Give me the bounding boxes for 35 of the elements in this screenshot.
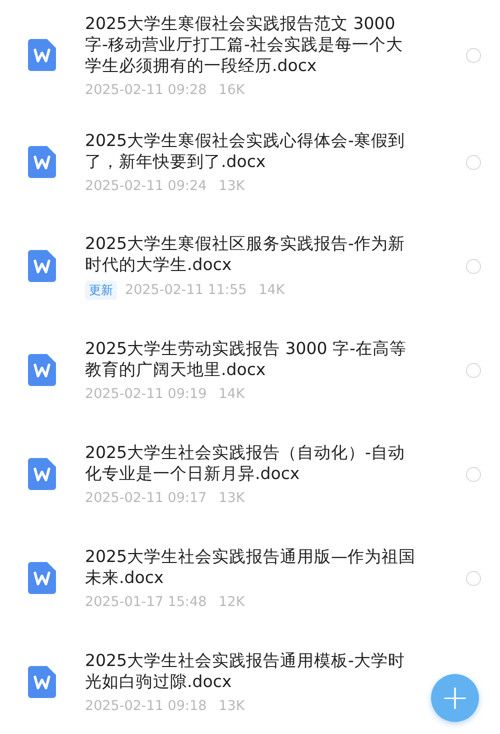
file-size: 13K (218, 178, 245, 194)
file-name[interactable]: 2025大学生寒假社区服务实践报告-作为新时代的大学生.docx (85, 232, 417, 274)
word-document-icon (28, 354, 56, 386)
file-size: 16K (218, 82, 245, 98)
select-radio[interactable] (466, 362, 481, 378)
file-date: 2025-02-11 09:24 (85, 178, 207, 194)
file-name[interactable]: 2025大学生社会实践报告通用模板-大学时光如白驹过隙.docx (85, 650, 417, 692)
select-radio[interactable] (466, 48, 481, 62)
file-name[interactable]: 2025大学生寒假社会实践报告范文 3000 字-移动营业厅打工篇-社会实践是每一个大学生必须拥有的一段经历.docx (85, 12, 417, 76)
file-date: 2025-02-11 09:17 (85, 490, 207, 506)
word-document-icon (28, 146, 56, 178)
file-size: 13K (218, 490, 245, 506)
file-date: 2025-02-11 09:18 (85, 698, 207, 714)
select-radio[interactable] (466, 258, 481, 274)
select-radio[interactable] (466, 154, 481, 170)
file-date: 2025-02-11 11:55 (125, 282, 247, 298)
file-size: 12K (218, 594, 245, 610)
file-name[interactable]: 2025大学生社会实践报告通用版—作为祖国未来.docx (85, 546, 417, 588)
select-radio[interactable] (466, 570, 481, 586)
file-size: 14K (258, 282, 285, 298)
word-document-icon (28, 562, 56, 594)
word-document-icon (28, 39, 56, 71)
file-date: 2025-02-11 09:19 (85, 386, 207, 402)
word-document-icon (28, 458, 56, 490)
file-size: 13K (218, 698, 245, 714)
file-size: 14K (218, 386, 245, 402)
file-name[interactable]: 2025大学生社会实践报告（自动化）-自动化专业是一个日新月异.docx (85, 442, 417, 484)
file-name[interactable]: 2025大学生劳动实践报告 3000 字-在高等教育的广阔天地里.docx (85, 338, 417, 380)
file-name[interactable]: 2025大学生寒假社会实践心得体会-寒假到了，新年快要到了.docx (85, 130, 417, 172)
word-document-icon (28, 250, 56, 282)
update-badge: 更新 (85, 280, 117, 300)
select-radio[interactable] (466, 466, 481, 482)
file-date: 2025-01-17 15:48 (85, 594, 207, 610)
file-date: 2025-02-11 09:28 (85, 82, 207, 98)
word-document-icon (28, 666, 56, 698)
